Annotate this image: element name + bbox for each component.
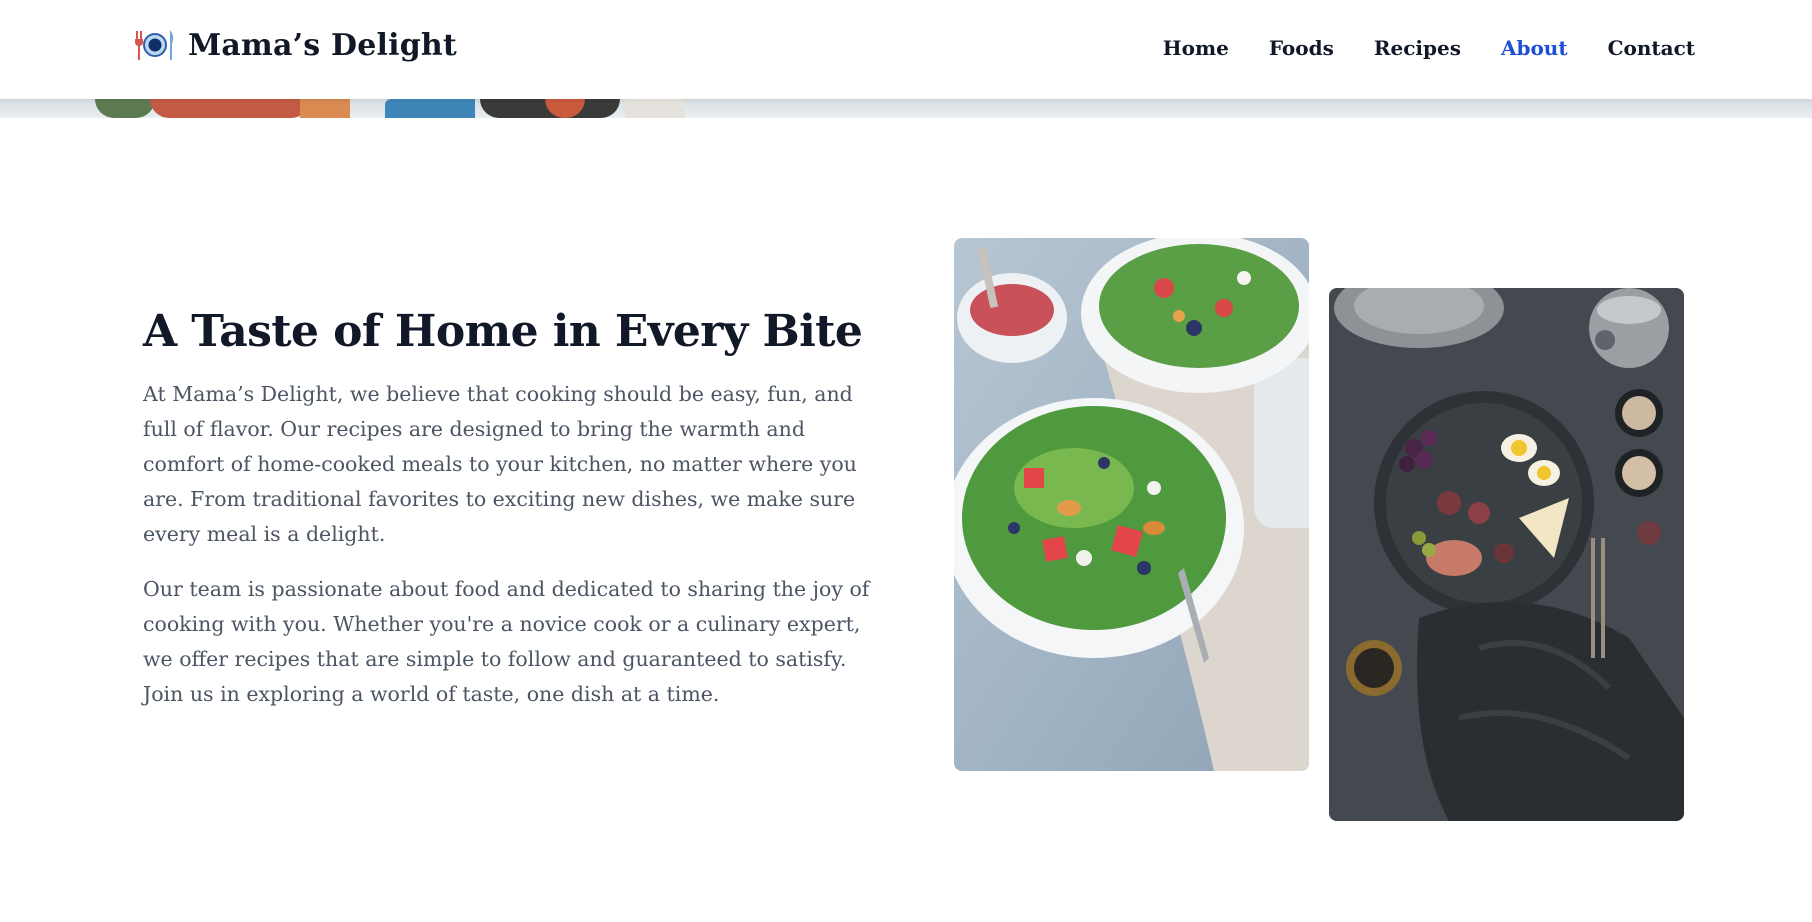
nav-home[interactable]: Home [1163, 36, 1229, 60]
salad-photo [954, 238, 1309, 771]
about-title: A Taste of Home in Every Bite [143, 306, 863, 357]
hero-image-strip [0, 99, 1812, 118]
nav-recipes[interactable]: Recipes [1374, 36, 1461, 60]
site-header: Mama’s Delight Home Foods Recipes About … [0, 0, 1812, 99]
nav-about[interactable]: About [1501, 36, 1568, 60]
platter-photo [1329, 288, 1684, 821]
plate-fork-knife-icon [135, 30, 174, 60]
brand-link[interactable]: Mama’s Delight [132, 27, 457, 63]
nav-contact[interactable]: Contact [1608, 36, 1695, 60]
about-paragraph-1: At Mama’s Delight, we believe that cooki… [143, 382, 857, 546]
main-nav: Home Foods Recipes About Contact [1163, 36, 1695, 60]
about-paragraph-2: Our team is passionate about food and de… [143, 577, 870, 706]
brand-name: Mama’s Delight [188, 27, 457, 63]
nav-foods[interactable]: Foods [1269, 36, 1334, 60]
